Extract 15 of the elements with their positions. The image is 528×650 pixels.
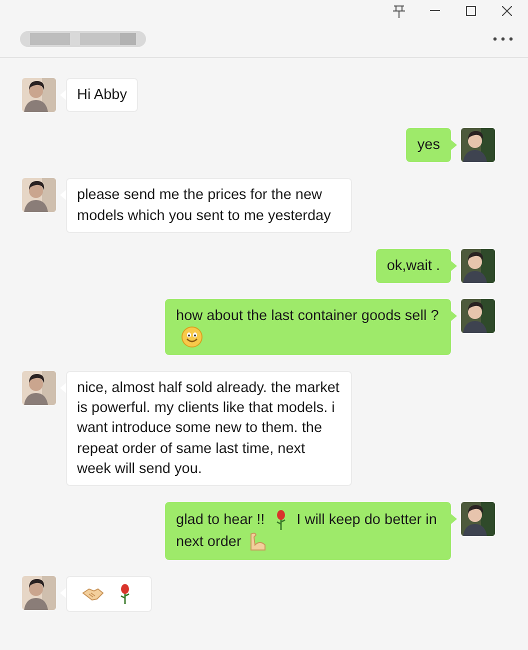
message-bubble: please send me the prices for the new models which you sent to me yesterday [66,178,352,233]
bubble-tail [451,310,457,321]
message-bubble: how about the last container goods sell ? [165,298,451,356]
message-bubble: glad to hear !! I will keep do better in next order [165,502,451,560]
smiley-icon [181,326,203,348]
close-icon[interactable] [500,4,514,18]
bubble-tail [451,140,457,150]
bubble-tail [451,260,457,271]
maximize-icon[interactable] [464,4,478,18]
pin-icon[interactable] [392,4,406,18]
bubble-tail [451,514,457,524]
message-bubble: Hi Abby [66,78,138,112]
message-bubble: yes [406,128,451,162]
message-bubble: nice, almost half sold already. the market is powerful. my clients like that models. i want introduce some new to them. the repeat order of same last time, next week will send you. [66,371,352,486]
message-bubble: ok,wait . [376,248,451,283]
